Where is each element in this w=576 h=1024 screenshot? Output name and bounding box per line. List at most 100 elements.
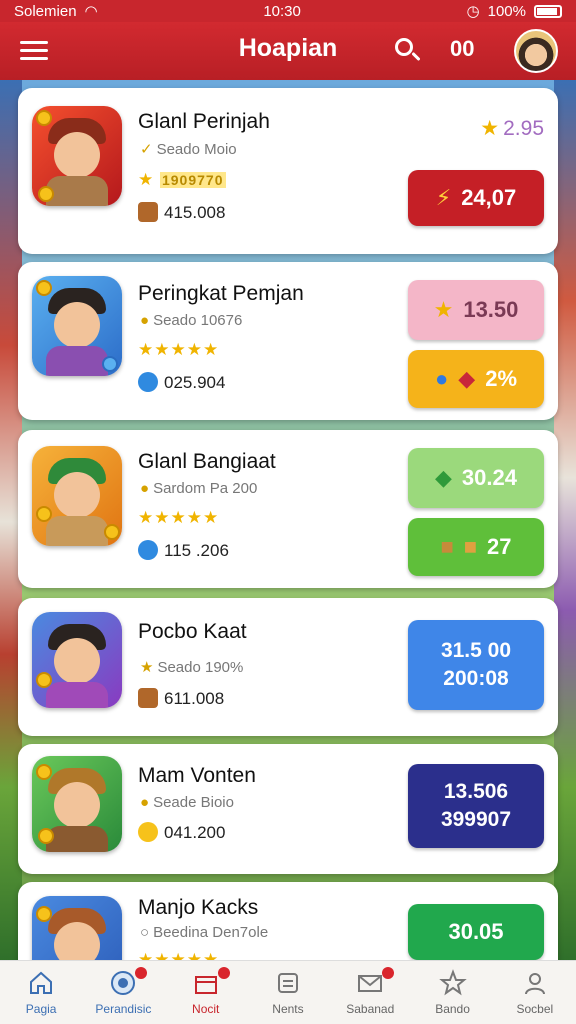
star-icon: ★: [140, 659, 154, 676]
game-card[interactable]: Pocbo Kaat ★ Seado 190% 611.008 31.5 00 2…: [18, 598, 558, 736]
game-stat: 025.904: [138, 372, 225, 393]
box-icon: ■: [463, 534, 478, 559]
nav-label: Perandisic: [95, 1002, 152, 1016]
game-stat: 415.008: [138, 202, 225, 223]
battery-percent: 100%: [487, 2, 526, 20]
game-stars: ★★★★★: [138, 340, 220, 359]
coin-icon: ●: [140, 794, 150, 811]
game-icon: [32, 106, 122, 206]
nav-item-inbox[interactable]: Nents: [247, 961, 329, 1024]
game-title: Manjo Kacks: [138, 896, 259, 919]
game-subtitle: ○ Beedina Den7ole: [140, 924, 269, 941]
game-subtitle: ● Sardom Pa 200: [140, 480, 258, 497]
bottom-nav: Pagia Perandisic Nocit Nents Sabanad Ban…: [0, 960, 576, 1024]
home-icon: [27, 969, 55, 997]
clock: 10:30: [263, 2, 301, 20]
chat-icon: [109, 969, 137, 997]
wifi-icon: ◠: [84, 3, 98, 20]
game-stat: 041.200: [138, 822, 225, 843]
notification-badge: [382, 967, 395, 979]
chest-icon: [138, 202, 158, 222]
verified-icon: ✓: [140, 141, 153, 158]
avatar[interactable]: [514, 29, 558, 73]
battery-icon: [534, 4, 562, 18]
nav-label: Bando: [435, 1002, 470, 1016]
bonus-button[interactable]: ● ◆ 2%: [408, 350, 544, 408]
star-icon: [438, 969, 467, 997]
coin-icon: [138, 822, 158, 842]
game-subtitle: ● Seado 10676: [140, 312, 243, 329]
flask-icon: ◆: [458, 366, 476, 391]
orb-icon: ●: [434, 366, 449, 391]
nav-label: Sabanad: [346, 1002, 395, 1016]
header-count[interactable]: 00: [450, 36, 474, 62]
gem-icon: ◆: [435, 465, 452, 490]
game-card[interactable]: Mam Vonten ● Seade Bioio 041.200 13.506 3…: [18, 744, 558, 874]
nav-label: Pagia: [25, 1002, 57, 1016]
game-rating: ★ 2.95: [480, 117, 544, 140]
game-card[interactable]: Glanl Bangiaat ● Sardom Pa 200 ★★★★★ 115 …: [18, 430, 558, 588]
star-icon: ★: [480, 117, 500, 140]
game-icon: [32, 756, 122, 852]
nav-item-chat[interactable]: Perandisic: [82, 961, 164, 1024]
game-card[interactable]: Peringkat Pemjan ● Seado 10676 ★★★★★ 025.…: [18, 262, 558, 420]
menu-button[interactable]: [20, 38, 48, 62]
price-button[interactable]: ★ 13.50: [408, 280, 544, 340]
nav-item-home[interactable]: Pagia: [0, 961, 82, 1024]
search-button[interactable]: [393, 36, 423, 66]
inbox-icon: [274, 969, 302, 997]
game-icon: [32, 896, 122, 960]
search-icon: [395, 38, 413, 56]
game-score: ★ 1909770: [138, 170, 226, 189]
star-icon: ★: [138, 170, 155, 189]
game-stat: 611.008: [138, 688, 224, 709]
game-card[interactable]: Manjo Kacks ○ Beedina Den7ole ★★★★★ 30.05: [18, 882, 558, 960]
game-title: Pocbo Kaat: [138, 620, 247, 643]
play-button[interactable]: ⚡ 24,07: [408, 170, 544, 226]
nav-item-mail[interactable]: Sabanad: [329, 961, 411, 1024]
nav-item-gift[interactable]: Nocit: [165, 961, 247, 1024]
nav-item-profile[interactable]: Socbel: [494, 961, 576, 1024]
gift-icon: [192, 969, 220, 997]
mail-icon: [356, 969, 384, 997]
game-stars: ★★★★★: [138, 508, 220, 527]
game-title: Peringkat Pemjan: [138, 282, 304, 305]
game-title: Glanl Perinjah: [138, 110, 270, 133]
stats-button[interactable]: 31.5 00 200:08: [408, 620, 544, 710]
nav-item-star[interactable]: Bando: [411, 961, 493, 1024]
game-icon: [32, 612, 122, 708]
bolt-icon: ⚡: [435, 185, 452, 210]
star-icon: ★: [433, 297, 454, 322]
price-button[interactable]: ◆ 30.24: [408, 448, 544, 508]
game-list[interactable]: Glanl Perinjah ✓ Seado Moio ★ 1909770 415…: [0, 80, 576, 960]
game-title: Mam Vonten: [138, 764, 256, 787]
game-card[interactable]: Glanl Perinjah ✓ Seado Moio ★ 1909770 415…: [18, 88, 558, 254]
game-stat: 115 .206: [138, 540, 229, 561]
game-title: Glanl Bangiaat: [138, 450, 276, 473]
game-subtitle: ● Seade Bioio: [140, 794, 234, 811]
coin-icon: ●: [140, 312, 150, 329]
game-subtitle: ★ Seado 190%: [140, 659, 244, 676]
nav-label: Socbel: [516, 1002, 554, 1016]
app-bar: Hoapian 00: [0, 22, 576, 80]
nav-label: Nents: [272, 1002, 304, 1016]
alarm-icon: ◷: [466, 3, 480, 20]
price-button[interactable]: 30.05: [408, 904, 544, 960]
carrier-label: Solemien: [14, 2, 77, 20]
profile-icon: [521, 969, 549, 997]
stats-button[interactable]: 13.506 399907: [408, 764, 544, 848]
game-icon: [32, 276, 122, 376]
notification-badge: [135, 967, 148, 979]
coin-icon: ●: [140, 480, 150, 497]
notification-badge: [217, 967, 230, 979]
nav-label: Nocit: [192, 1002, 220, 1016]
app-title: Hoapian: [238, 34, 338, 62]
info-icon: ○: [140, 924, 150, 941]
reward-button[interactable]: ■ ■ 27: [408, 518, 544, 576]
game-subtitle: ✓ Seado Moio: [140, 141, 237, 158]
status-bar: Solemien ◠ 10:30 ◷ 100%: [0, 0, 576, 22]
game-stars: ★★★★★: [138, 950, 220, 960]
game-icon: [32, 446, 122, 546]
crate-icon: ■: [440, 534, 454, 559]
gem-icon: [138, 372, 158, 392]
